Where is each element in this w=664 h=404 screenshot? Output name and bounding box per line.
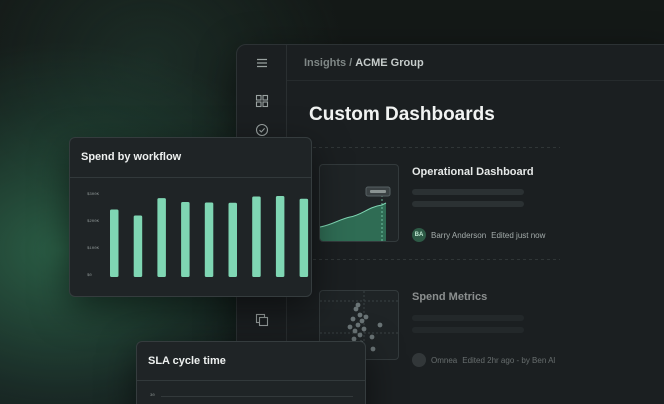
- placeholder-line: [412, 201, 524, 207]
- avatar: BA: [412, 228, 426, 242]
- row-divider: [313, 259, 560, 260]
- check-circle-icon[interactable]: [255, 123, 269, 137]
- edit-status: Edited 2hr ago - by Ben Al: [462, 355, 556, 365]
- breadcrumb: Insights / ACME Group: [304, 57, 424, 69]
- sla-cycle-time-panel[interactable]: SLA cycle time 30: [136, 341, 366, 404]
- bar: [204, 202, 214, 277]
- bar-chart: [110, 196, 309, 277]
- breadcrumb-separator: /: [349, 57, 353, 69]
- bar: [110, 209, 119, 277]
- menu-icon[interactable]: [255, 56, 269, 70]
- edit-status: Edited just now: [491, 230, 546, 240]
- placeholder-line: [412, 189, 524, 195]
- bar: [275, 196, 285, 277]
- placeholder-line: [412, 327, 524, 333]
- breadcrumb-insights[interactable]: Insights: [304, 57, 346, 69]
- owner-name: Barry Anderson: [431, 230, 487, 240]
- dashboard-thumbnail[interactable]: [319, 164, 399, 242]
- page-title: Custom Dashboards: [309, 104, 495, 125]
- spend-by-workflow-panel[interactable]: Spend by workflow $300K $200K $100K $0: [69, 137, 312, 297]
- copy-icon[interactable]: [255, 313, 269, 327]
- dashboard-meta: Omnea Edited 2hr ago - by Ben Al: [412, 353, 555, 367]
- panel-divider: [137, 380, 365, 381]
- placeholder-line: [412, 315, 524, 321]
- header-divider: [287, 80, 664, 81]
- panel-title: SLA cycle time: [148, 355, 226, 367]
- gridline: [161, 396, 353, 397]
- grid-icon[interactable]: [255, 94, 269, 108]
- owner-name: Omnea: [431, 355, 458, 365]
- y-tick-label: 30: [150, 394, 155, 398]
- row-divider: [313, 147, 560, 148]
- bar: [157, 198, 166, 277]
- bar: [252, 196, 261, 277]
- bar: [181, 201, 190, 277]
- bar: [228, 202, 237, 277]
- dashboard-title[interactable]: Spend Metrics: [412, 291, 487, 303]
- bar: [299, 198, 309, 277]
- bar: [133, 215, 143, 277]
- avatar: [412, 353, 426, 367]
- breadcrumb-current[interactable]: ACME Group: [355, 57, 423, 69]
- dashboard-title[interactable]: Operational Dashboard: [412, 166, 534, 178]
- dashboard-meta: BA Barry Anderson Edited just now: [412, 228, 545, 242]
